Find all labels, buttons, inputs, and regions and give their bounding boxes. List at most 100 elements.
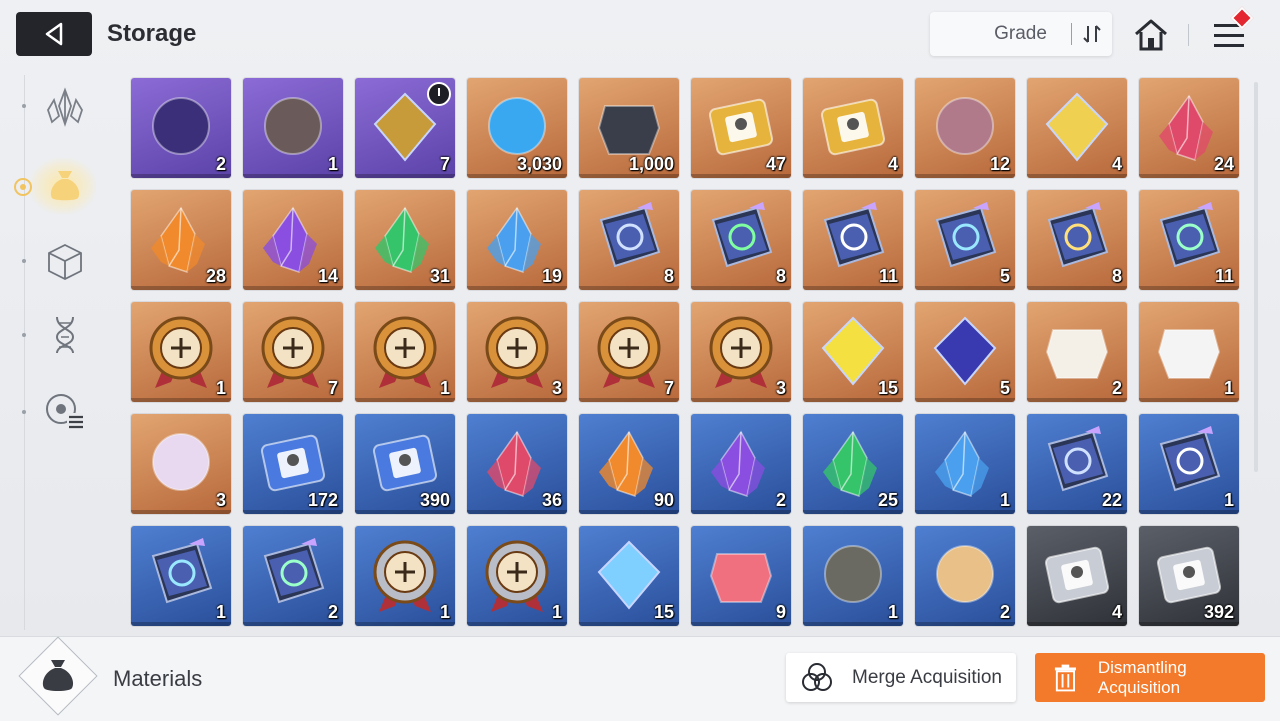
item-quantity: 1	[999, 490, 1010, 510]
item-slot[interactable]: 31	[355, 190, 455, 290]
item-quantity: 5	[999, 378, 1010, 398]
item-slot[interactable]: 172	[243, 414, 343, 514]
item-slot[interactable]: 8	[579, 190, 679, 290]
item-slot[interactable]: 1	[355, 302, 455, 402]
sidebar-dot	[22, 333, 26, 337]
item-slot[interactable]: 24	[1139, 78, 1239, 178]
item-slot[interactable]: 36	[467, 414, 567, 514]
crystal-category-icon	[47, 87, 83, 127]
item-quantity: 4	[887, 154, 898, 174]
item-slot[interactable]: 15	[579, 526, 679, 626]
item-slot[interactable]: 1	[467, 526, 567, 626]
active-category-indicator	[14, 178, 32, 196]
item-slot[interactable]: 8	[1027, 190, 1127, 290]
cube-category-icon	[48, 243, 82, 281]
item-slot[interactable]: 11	[803, 190, 903, 290]
item-quantity: 3	[215, 490, 226, 510]
sidebar-item-boxes[interactable]	[40, 236, 90, 286]
item-slot[interactable]: 1	[355, 526, 455, 626]
item-slot[interactable]: 12	[915, 78, 1015, 178]
back-button[interactable]	[16, 12, 92, 56]
item-slot[interactable]: 22	[1027, 414, 1127, 514]
item-slot[interactable]: 5	[915, 302, 1015, 402]
item-slot[interactable]: 3	[131, 414, 231, 514]
item-quantity: 4	[1111, 154, 1122, 174]
item-slot[interactable]: 28	[131, 190, 231, 290]
item-slot[interactable]: 14	[243, 190, 343, 290]
category-label: Materials	[113, 666, 203, 691]
item-quantity: 25	[877, 490, 898, 510]
sidebar-item-crystals[interactable]	[40, 82, 90, 132]
item-slot[interactable]: 1	[915, 414, 1015, 514]
merge-acquisition-button[interactable]: Merge Acquisition	[786, 653, 1016, 702]
item-slot[interactable]: 7	[243, 302, 343, 402]
item-slot[interactable]: 1	[803, 526, 903, 626]
item-quantity: 2	[999, 602, 1010, 622]
menu-button[interactable]	[1206, 6, 1254, 56]
item-quantity: 392	[1203, 602, 1234, 622]
item-slot[interactable]: 3,030	[467, 78, 567, 178]
dna-category-icon	[55, 316, 75, 354]
sidebar-item-records[interactable]	[40, 386, 90, 436]
item-slot[interactable]: 2	[691, 414, 791, 514]
sidebar-item-materials[interactable]	[40, 160, 90, 210]
item-slot[interactable]: 7	[355, 78, 455, 178]
list-category-icon	[46, 394, 83, 429]
grid-scrollbar[interactable]	[1254, 82, 1258, 472]
item-slot[interactable]: 11	[1139, 190, 1239, 290]
item-quantity: 4	[1111, 602, 1122, 622]
item-quantity: 1	[215, 602, 226, 622]
item-quantity: 2	[215, 154, 226, 174]
item-slot[interactable]: 2	[1027, 302, 1127, 402]
item-quantity: 9	[775, 602, 786, 622]
item-quantity: 11	[878, 266, 898, 286]
home-button[interactable]	[1130, 16, 1172, 54]
item-slot[interactable]: 390	[355, 414, 455, 514]
item-quantity: 7	[327, 378, 338, 398]
item-quantity: 3	[551, 378, 562, 398]
item-slot[interactable]: 2	[915, 526, 1015, 626]
item-quantity: 24	[1213, 154, 1234, 174]
item-slot[interactable]: 392	[1139, 526, 1239, 626]
item-slot[interactable]: 4	[1027, 526, 1127, 626]
item-slot[interactable]: 3	[691, 302, 791, 402]
item-slot[interactable]: 47	[691, 78, 791, 178]
item-slot[interactable]: 1,000	[579, 78, 679, 178]
item-slot[interactable]: 2	[243, 526, 343, 626]
item-quantity: 5	[999, 266, 1010, 286]
item-quantity: 1	[327, 154, 338, 174]
item-slot[interactable]: 8	[691, 190, 791, 290]
item-slot[interactable]: 1	[1139, 414, 1239, 514]
item-slot[interactable]: 5	[915, 190, 1015, 290]
item-quantity: 11	[1214, 266, 1234, 286]
item-slot[interactable]: 9	[691, 526, 791, 626]
item-slot[interactable]: 19	[467, 190, 567, 290]
dismantling-acquisition-button[interactable]: Dismantling Acquisition	[1035, 653, 1265, 702]
item-slot[interactable]: 1	[131, 302, 231, 402]
item-quantity: 22	[1101, 490, 1122, 510]
item-slot[interactable]: 90	[579, 414, 679, 514]
header-divider	[1188, 24, 1189, 46]
item-quantity: 36	[541, 490, 562, 510]
item-slot[interactable]: 1	[1139, 302, 1239, 402]
item-quantity: 172	[307, 490, 338, 510]
item-quantity: 7	[663, 378, 674, 398]
item-quantity: 3,030	[516, 154, 562, 174]
item-slot[interactable]: 4	[803, 78, 903, 178]
item-slot[interactable]: 1	[243, 78, 343, 178]
item-slot[interactable]: 3	[467, 302, 567, 402]
item-slot[interactable]: 4	[1027, 78, 1127, 178]
item-quantity: 1	[1223, 490, 1234, 510]
item-slot[interactable]: 1	[131, 526, 231, 626]
item-quantity: 1	[215, 378, 226, 398]
item-slot[interactable]: 15	[803, 302, 903, 402]
sort-arrows-icon[interactable]	[1072, 23, 1112, 45]
item-quantity: 28	[205, 266, 226, 286]
sidebar-item-genes[interactable]	[40, 310, 90, 360]
item-slot[interactable]: 2	[131, 78, 231, 178]
item-quantity: 19	[541, 266, 562, 286]
item-slot[interactable]: 25	[803, 414, 903, 514]
item-slot[interactable]: 7	[579, 302, 679, 402]
item-quantity: 8	[1111, 266, 1122, 286]
sort-grade-dropdown[interactable]: Grade	[930, 12, 1112, 56]
